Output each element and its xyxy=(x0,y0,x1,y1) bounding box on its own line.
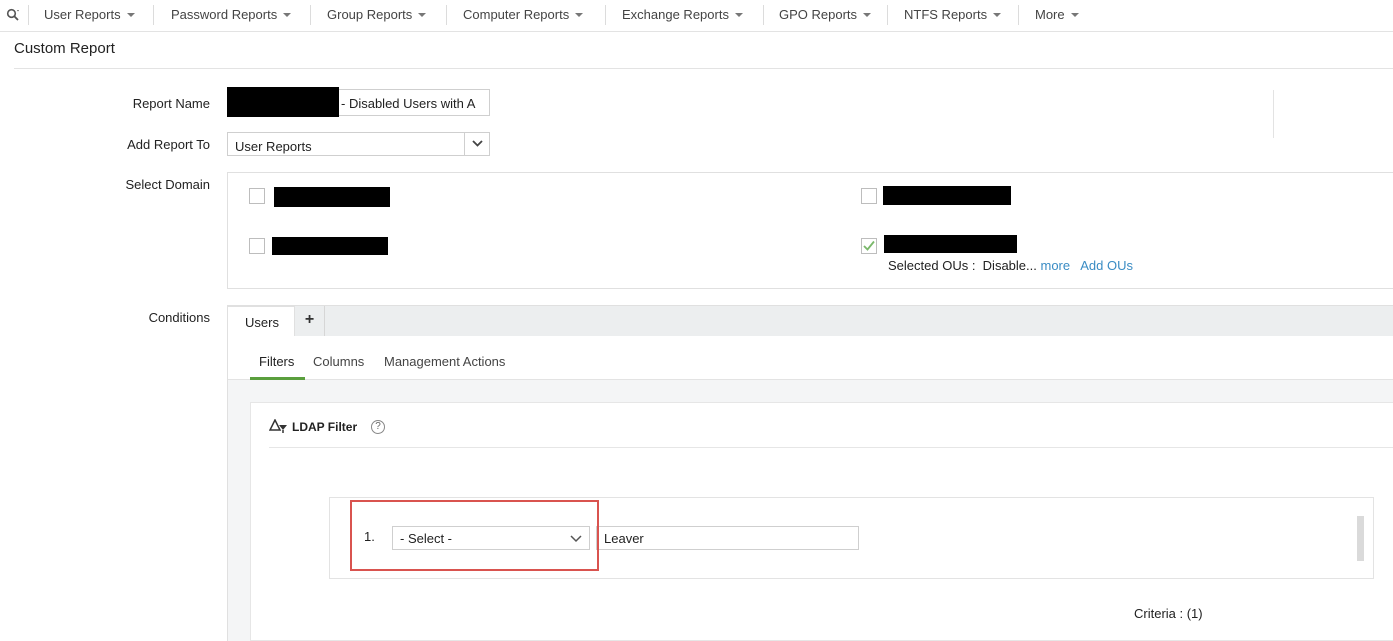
caret-down-icon xyxy=(993,12,1002,17)
nav-computer-reports[interactable]: Computer Reports xyxy=(463,7,584,22)
nav-label: Password Reports xyxy=(171,7,278,22)
select-domain-label: Select Domain xyxy=(125,177,210,192)
conditions-tabs: Users + xyxy=(227,305,1393,337)
sub-tabs: Filters Columns Management Actions xyxy=(228,336,1393,380)
search-icon[interactable] xyxy=(6,8,20,22)
redacted-block xyxy=(272,237,388,255)
top-nav: User Reports Password Reports Group Repo… xyxy=(0,0,1393,32)
nav-divider xyxy=(887,5,888,25)
highlight-box xyxy=(350,500,599,571)
checkmark-icon xyxy=(863,240,875,251)
nav-password-reports[interactable]: Password Reports xyxy=(171,7,292,22)
domain-list xyxy=(227,172,1393,289)
redacted-block xyxy=(227,87,339,117)
domain-checkbox[interactable] xyxy=(249,238,265,254)
nav-label: More xyxy=(1035,7,1065,22)
nav-label: Computer Reports xyxy=(463,7,570,22)
caret-down-icon xyxy=(863,12,872,17)
caret-down-icon xyxy=(283,12,292,17)
nav-exchange-reports[interactable]: Exchange Reports xyxy=(622,7,743,22)
chevron-down-icon xyxy=(472,140,483,147)
report-name-value: - Disabled Users with A xyxy=(341,96,476,111)
nav-divider xyxy=(763,5,764,25)
nav-user-reports[interactable]: User Reports xyxy=(44,7,135,22)
caret-down-icon xyxy=(734,12,743,17)
add-report-to-select[interactable]: User Reports xyxy=(227,132,490,156)
nav-divider xyxy=(28,5,29,25)
divider xyxy=(269,447,1393,448)
add-tab-button[interactable]: + xyxy=(295,306,325,336)
criteria-value: Leaver xyxy=(604,531,644,546)
nav-label: NTFS Reports xyxy=(904,7,988,22)
ldap-filter-title: LDAP Filter xyxy=(292,420,358,434)
dropdown-button[interactable] xyxy=(464,133,489,155)
filter-area: LDAP Filter ? 1. - Select - Leaver Crite… xyxy=(228,380,1393,641)
ldap-filter-panel: LDAP Filter ? 1. - Select - Leaver Crite… xyxy=(250,402,1393,641)
nav-label: GPO Reports xyxy=(779,7,858,22)
criteria-box: 1. - Select - Leaver xyxy=(329,497,1374,579)
report-name-label: Report Name xyxy=(132,96,210,111)
selected-ous-label: Selected OUs : xyxy=(888,258,976,273)
nav-divider xyxy=(446,5,447,25)
more-link[interactable]: more xyxy=(1041,258,1071,273)
redacted-block xyxy=(274,187,390,207)
redacted-block xyxy=(884,235,1017,253)
ldap-filter-icon xyxy=(269,419,287,433)
nav-label: Group Reports xyxy=(327,7,413,22)
conditions-label: Conditions xyxy=(148,310,210,325)
caret-down-icon xyxy=(575,12,584,17)
nav-divider xyxy=(153,5,154,25)
nav-divider xyxy=(1018,5,1019,25)
page-title: Custom Report xyxy=(14,40,115,57)
caret-down-icon xyxy=(126,12,135,17)
add-report-to-label: Add Report To xyxy=(127,137,210,152)
divider xyxy=(1273,90,1274,138)
conditions-body: Filters Columns Management Actions LDAP … xyxy=(227,336,1393,641)
nav-divider xyxy=(310,5,311,25)
caret-down-icon xyxy=(418,12,427,17)
domain-checkbox-checked[interactable] xyxy=(861,238,877,254)
nav-more[interactable]: More xyxy=(1035,7,1079,22)
add-report-to-value: User Reports xyxy=(235,139,312,154)
criteria-value-input[interactable]: Leaver xyxy=(596,526,859,550)
nav-label: User Reports xyxy=(44,7,121,22)
nav-group-reports[interactable]: Group Reports xyxy=(327,7,427,22)
tab-filters[interactable]: Filters xyxy=(259,354,294,369)
criteria-count: Criteria : (1) xyxy=(1134,606,1203,621)
tab-management-actions[interactable]: Management Actions xyxy=(384,354,505,369)
selected-ous-value: Disable... xyxy=(982,258,1037,273)
nav-ntfs-reports[interactable]: NTFS Reports xyxy=(904,7,1002,22)
selected-ous: Selected OUs : Disable... more Add OUs xyxy=(888,258,1133,273)
tab-users[interactable]: Users xyxy=(227,306,295,337)
caret-down-icon xyxy=(1070,12,1079,17)
help-icon[interactable]: ? xyxy=(371,420,385,434)
tab-users-label: Users xyxy=(245,315,279,330)
redacted-block xyxy=(883,186,1011,205)
tab-columns[interactable]: Columns xyxy=(313,354,364,369)
domain-checkbox[interactable] xyxy=(861,188,877,204)
domain-checkbox[interactable] xyxy=(249,188,265,204)
nav-gpo-reports[interactable]: GPO Reports xyxy=(779,7,872,22)
scrollbar[interactable] xyxy=(1357,516,1364,561)
nav-label: Exchange Reports xyxy=(622,7,729,22)
nav-divider xyxy=(605,5,606,25)
divider xyxy=(14,68,1393,69)
add-ous-link[interactable]: Add OUs xyxy=(1080,258,1133,273)
